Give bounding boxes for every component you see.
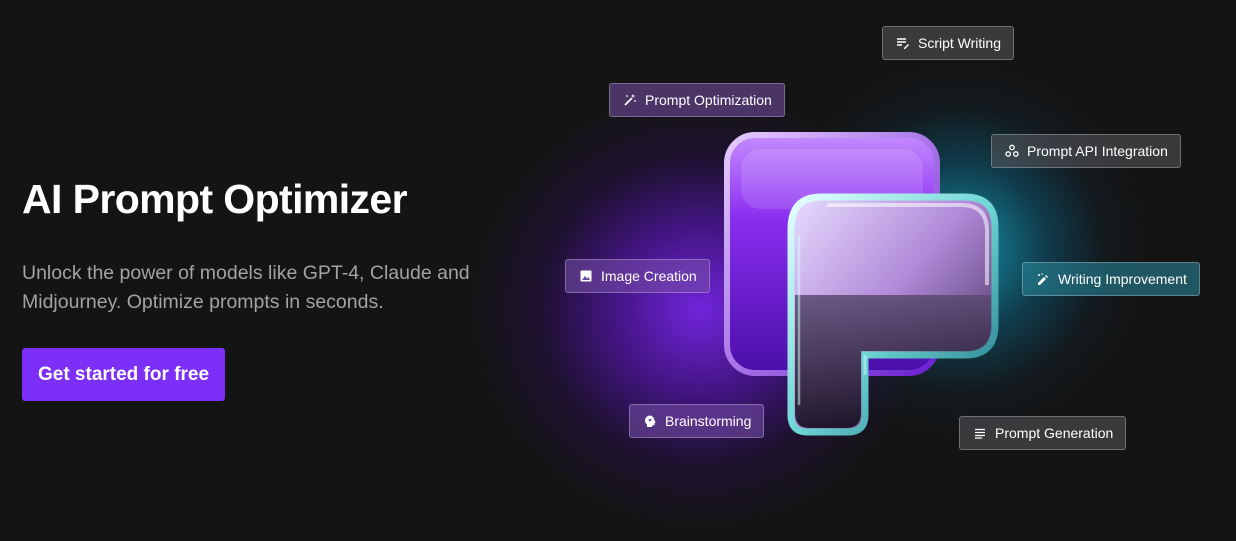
tag-label: Prompt Generation xyxy=(995,425,1114,441)
magic-wand-icon xyxy=(622,92,638,108)
page-title: AI Prompt Optimizer xyxy=(22,176,408,222)
prompt-logo-illustration xyxy=(724,132,999,436)
tag-prompt-api-integration[interactable]: Prompt API Integration xyxy=(991,134,1181,168)
tag-label: Prompt Optimization xyxy=(645,92,772,108)
tag-label: Prompt API Integration xyxy=(1027,143,1168,159)
hero-subtitle: Unlock the power of models like GPT-4, C… xyxy=(22,262,470,313)
tag-label: Script Writing xyxy=(918,35,1001,51)
tag-image-creation[interactable]: Image Creation xyxy=(565,259,710,293)
image-icon xyxy=(578,268,594,284)
api-integration-icon xyxy=(1004,143,1020,159)
lines-icon xyxy=(972,425,988,441)
tag-brainstorming[interactable]: Brainstorming xyxy=(629,404,765,438)
get-started-button[interactable]: Get started for free xyxy=(22,348,225,401)
script-writing-icon xyxy=(895,35,911,51)
tag-script-writing[interactable]: Script Writing xyxy=(882,26,1014,60)
tag-label: Writing Improvement xyxy=(1058,271,1187,287)
tag-writing-improvement[interactable]: Writing Improvement xyxy=(1022,262,1200,296)
brain-icon xyxy=(642,413,658,429)
hero-section: AI Prompt Optimizer Unlock the power of … xyxy=(0,0,1236,541)
tag-prompt-generation[interactable]: Prompt Generation xyxy=(959,416,1127,450)
tag-label: Image Creation xyxy=(601,268,697,284)
edit-note-icon xyxy=(1035,271,1051,287)
tag-prompt-optimization[interactable]: Prompt Optimization xyxy=(609,83,785,117)
tag-label: Brainstorming xyxy=(665,413,752,429)
